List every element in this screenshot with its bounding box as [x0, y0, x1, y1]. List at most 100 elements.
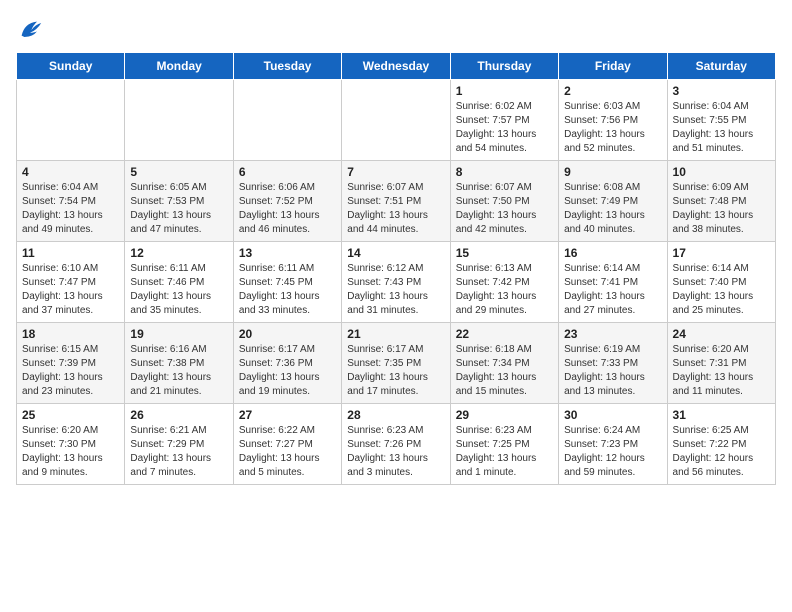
day-info: Sunrise: 6:11 AM Sunset: 7:45 PM Dayligh…: [239, 262, 336, 318]
calendar-table: SundayMondayTuesdayWednesdayThursdayFrid…: [16, 52, 776, 485]
calendar-cell: 14 Sunrise: 6:12 AM Sunset: 7:43 PM Dayli…: [342, 242, 450, 323]
week-row-5: 25 Sunrise: 6:20 AM Sunset: 7:30 PM Dayli…: [17, 404, 776, 485]
calendar-cell: [233, 80, 341, 161]
calendar-cell: [17, 80, 125, 161]
day-number: 10: [673, 165, 770, 179]
day-number: 6: [239, 165, 336, 179]
day-number: 15: [456, 246, 553, 260]
day-info: Sunrise: 6:06 AM Sunset: 7:52 PM Dayligh…: [239, 181, 336, 237]
calendar-cell: 25 Sunrise: 6:20 AM Sunset: 7:30 PM Dayli…: [17, 404, 125, 485]
calendar-cell: [342, 80, 450, 161]
day-info: Sunrise: 6:02 AM Sunset: 7:57 PM Dayligh…: [456, 100, 553, 156]
day-number: 14: [347, 246, 444, 260]
calendar-cell: 12 Sunrise: 6:11 AM Sunset: 7:46 PM Dayli…: [125, 242, 233, 323]
calendar-cell: 4 Sunrise: 6:04 AM Sunset: 7:54 PM Daylig…: [17, 161, 125, 242]
day-number: 13: [239, 246, 336, 260]
calendar-cell: 8 Sunrise: 6:07 AM Sunset: 7:50 PM Daylig…: [450, 161, 558, 242]
day-number: 29: [456, 408, 553, 422]
logo-icon: [16, 16, 44, 44]
day-number: 4: [22, 165, 119, 179]
day-number: 18: [22, 327, 119, 341]
day-info: Sunrise: 6:22 AM Sunset: 7:27 PM Dayligh…: [239, 424, 336, 480]
day-number: 30: [564, 408, 661, 422]
day-number: 19: [130, 327, 227, 341]
day-info: Sunrise: 6:05 AM Sunset: 7:53 PM Dayligh…: [130, 181, 227, 237]
day-number: 31: [673, 408, 770, 422]
day-header-saturday: Saturday: [667, 53, 775, 80]
page-header: [16, 16, 776, 44]
calendar-cell: 27Sunrise: 6:22 AM Sunset: 7:27 PM Dayli…: [233, 404, 341, 485]
calendar-cell: 16 Sunrise: 6:14 AM Sunset: 7:41 PM Dayli…: [559, 242, 667, 323]
day-info: Sunrise: 6:13 AM Sunset: 7:42 PM Dayligh…: [456, 262, 553, 318]
day-number: 25: [22, 408, 119, 422]
calendar-cell: 26 Sunrise: 6:21 AM Sunset: 7:29 PM Dayli…: [125, 404, 233, 485]
calendar-cell: 1 Sunrise: 6:02 AM Sunset: 7:57 PM Daylig…: [450, 80, 558, 161]
day-number: 2: [564, 84, 661, 98]
day-info: Sunrise: 6:03 AM Sunset: 7:56 PM Dayligh…: [564, 100, 661, 156]
day-header-wednesday: Wednesday: [342, 53, 450, 80]
week-row-4: 18Sunrise: 6:15 AM Sunset: 7:39 PM Dayli…: [17, 323, 776, 404]
day-number: 21: [347, 327, 444, 341]
day-info: Sunrise: 6:04 AM Sunset: 7:55 PM Dayligh…: [673, 100, 770, 156]
day-info: Sunrise: 6:19 AM Sunset: 7:33 PM Dayligh…: [564, 343, 661, 399]
calendar-cell: 24Sunrise: 6:20 AM Sunset: 7:31 PM Dayli…: [667, 323, 775, 404]
day-info: Sunrise: 6:04 AM Sunset: 7:54 PM Dayligh…: [22, 181, 119, 237]
day-info: Sunrise: 6:09 AM Sunset: 7:48 PM Dayligh…: [673, 181, 770, 237]
day-info: Sunrise: 6:20 AM Sunset: 7:30 PM Dayligh…: [22, 424, 119, 480]
day-header-monday: Monday: [125, 53, 233, 80]
day-info: Sunrise: 6:07 AM Sunset: 7:50 PM Dayligh…: [456, 181, 553, 237]
day-info: Sunrise: 6:11 AM Sunset: 7:46 PM Dayligh…: [130, 262, 227, 318]
day-info: Sunrise: 6:14 AM Sunset: 7:41 PM Dayligh…: [564, 262, 661, 318]
logo: [16, 16, 48, 44]
calendar-cell: 9Sunrise: 6:08 AM Sunset: 7:49 PM Daylig…: [559, 161, 667, 242]
day-number: 26: [130, 408, 227, 422]
day-number: 24: [673, 327, 770, 341]
day-info: Sunrise: 6:14 AM Sunset: 7:40 PM Dayligh…: [673, 262, 770, 318]
calendar-cell: 28 Sunrise: 6:23 AM Sunset: 7:26 PM Dayli…: [342, 404, 450, 485]
week-row-2: 4 Sunrise: 6:04 AM Sunset: 7:54 PM Daylig…: [17, 161, 776, 242]
day-info: Sunrise: 6:10 AM Sunset: 7:47 PM Dayligh…: [22, 262, 119, 318]
day-number: 11: [22, 246, 119, 260]
day-info: Sunrise: 6:16 AM Sunset: 7:38 PM Dayligh…: [130, 343, 227, 399]
day-info: Sunrise: 6:23 AM Sunset: 7:26 PM Dayligh…: [347, 424, 444, 480]
days-header-row: SundayMondayTuesdayWednesdayThursdayFrid…: [17, 53, 776, 80]
calendar-cell: 21 Sunrise: 6:17 AM Sunset: 7:35 PM Dayli…: [342, 323, 450, 404]
calendar-cell: 30 Sunrise: 6:24 AM Sunset: 7:23 PM Dayli…: [559, 404, 667, 485]
day-number: 20: [239, 327, 336, 341]
calendar-cell: 18Sunrise: 6:15 AM Sunset: 7:39 PM Dayli…: [17, 323, 125, 404]
day-number: 17: [673, 246, 770, 260]
day-info: Sunrise: 6:23 AM Sunset: 7:25 PM Dayligh…: [456, 424, 553, 480]
calendar-cell: 15 Sunrise: 6:13 AM Sunset: 7:42 PM Dayli…: [450, 242, 558, 323]
day-info: Sunrise: 6:08 AM Sunset: 7:49 PM Dayligh…: [564, 181, 661, 237]
calendar-cell: 3 Sunrise: 6:04 AM Sunset: 7:55 PM Daylig…: [667, 80, 775, 161]
day-header-friday: Friday: [559, 53, 667, 80]
day-header-tuesday: Tuesday: [233, 53, 341, 80]
day-number: 7: [347, 165, 444, 179]
day-info: Sunrise: 6:17 AM Sunset: 7:36 PM Dayligh…: [239, 343, 336, 399]
week-row-3: 11 Sunrise: 6:10 AM Sunset: 7:47 PM Dayli…: [17, 242, 776, 323]
week-row-1: 1 Sunrise: 6:02 AM Sunset: 7:57 PM Daylig…: [17, 80, 776, 161]
day-number: 3: [673, 84, 770, 98]
calendar-cell: 7Sunrise: 6:07 AM Sunset: 7:51 PM Daylig…: [342, 161, 450, 242]
calendar-cell: 13 Sunrise: 6:11 AM Sunset: 7:45 PM Dayli…: [233, 242, 341, 323]
calendar-cell: 29 Sunrise: 6:23 AM Sunset: 7:25 PM Dayli…: [450, 404, 558, 485]
calendar-cell: 19 Sunrise: 6:16 AM Sunset: 7:38 PM Dayli…: [125, 323, 233, 404]
calendar-cell: 5 Sunrise: 6:05 AM Sunset: 7:53 PM Daylig…: [125, 161, 233, 242]
day-number: 1: [456, 84, 553, 98]
day-number: 5: [130, 165, 227, 179]
day-info: Sunrise: 6:21 AM Sunset: 7:29 PM Dayligh…: [130, 424, 227, 480]
calendar-cell: 6 Sunrise: 6:06 AM Sunset: 7:52 PM Daylig…: [233, 161, 341, 242]
day-header-thursday: Thursday: [450, 53, 558, 80]
calendar-cell: 20 Sunrise: 6:17 AM Sunset: 7:36 PM Dayli…: [233, 323, 341, 404]
day-number: 12: [130, 246, 227, 260]
calendar-cell: 10 Sunrise: 6:09 AM Sunset: 7:48 PM Dayli…: [667, 161, 775, 242]
day-number: 16: [564, 246, 661, 260]
day-info: Sunrise: 6:24 AM Sunset: 7:23 PM Dayligh…: [564, 424, 661, 480]
day-info: Sunrise: 6:12 AM Sunset: 7:43 PM Dayligh…: [347, 262, 444, 318]
day-number: 28: [347, 408, 444, 422]
day-info: Sunrise: 6:17 AM Sunset: 7:35 PM Dayligh…: [347, 343, 444, 399]
day-number: 8: [456, 165, 553, 179]
calendar-cell: 17 Sunrise: 6:14 AM Sunset: 7:40 PM Dayli…: [667, 242, 775, 323]
calendar-cell: 31Sunrise: 6:25 AM Sunset: 7:22 PM Dayli…: [667, 404, 775, 485]
day-header-sunday: Sunday: [17, 53, 125, 80]
